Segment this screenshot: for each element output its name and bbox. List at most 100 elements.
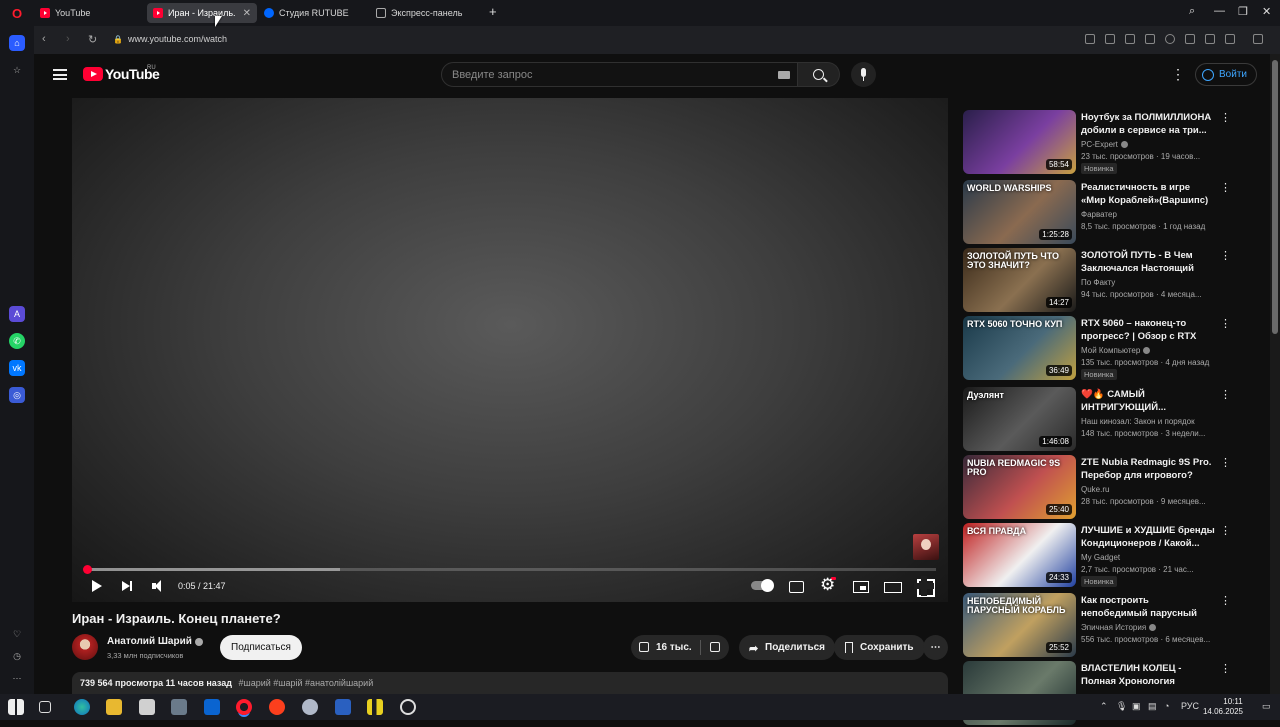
recommendation-item[interactable]: НЕПОБЕДИМЫЙ ПАРУСНЫЙ КОРАБЛЬ 25:52 Как пос… <box>963 593 1233 659</box>
recommendation-channel[interactable]: Эпичная История <box>1081 623 1157 632</box>
minimize-icon[interactable]: — <box>1214 5 1225 17</box>
video-thumbnail[interactable]: 58:54 <box>963 110 1076 174</box>
star-icon[interactable]: ☆ <box>9 62 25 78</box>
recommendation-channel[interactable]: Мой Компьютер <box>1081 346 1151 355</box>
youtube-logo-icon[interactable] <box>83 67 103 81</box>
next-button[interactable] <box>118 577 136 595</box>
progress-bar[interactable] <box>83 565 936 574</box>
wifi-icon[interactable]: ◔ <box>1164 701 1169 711</box>
recommendation-item[interactable]: 58:54 Ноутбук за ПОЛМИЛЛИОНА добили в сер… <box>963 110 1233 176</box>
more-icon[interactable]: ⋯ <box>9 670 25 686</box>
app-icon[interactable] <box>171 699 187 715</box>
tab-youtube[interactable]: YouTube <box>34 3 144 23</box>
recommendation-channel[interactable]: PC-Expert <box>1081 140 1128 149</box>
hashtags[interactable]: #шарий #шарій #анатолійшарий <box>239 678 374 688</box>
app-icon[interactable] <box>302 699 318 715</box>
recommendation-channel[interactable]: My Gadget <box>1081 553 1120 562</box>
recommendation-channel[interactable]: Фарватер <box>1081 210 1117 219</box>
aria-icon[interactable]: A <box>9 306 25 322</box>
app-icon[interactable] <box>367 699 383 715</box>
recommendation-title[interactable]: ЗОЛОТОЙ ПУТЬ - В Чем Заключался Настоящи… <box>1081 249 1217 275</box>
video-thumbnail[interactable]: RTX 5060 ТОЧНО КУП 36:49 <box>963 316 1076 380</box>
task-view-icon[interactable] <box>39 701 51 713</box>
app-icon[interactable] <box>400 699 416 715</box>
signin-button[interactable]: Войти <box>1195 63 1257 86</box>
close-tab-icon[interactable]: ✕ <box>243 8 251 19</box>
search-tabs-icon[interactable]: ⌕ <box>1189 5 1195 18</box>
subtitles-button[interactable] <box>787 577 805 595</box>
recommendation-channel[interactable]: По Факту <box>1081 278 1115 287</box>
recommendation-title[interactable]: ВЛАСТЕЛИН КОЛЕЦ - Полная Хронология Всел… <box>1081 662 1217 688</box>
recommendation-title[interactable]: ЛУЧШИЕ и ХУДШИЕ бренды Кондиционеров / К… <box>1081 524 1217 550</box>
recommendation-item[interactable]: NUBIA REDMAGIC 9S PRO 25:40 ZTE Nubia Redm… <box>963 455 1233 521</box>
wallet-icon[interactable] <box>1185 34 1195 44</box>
clock-date[interactable]: 14.06.2025 <box>1201 707 1245 716</box>
tab-current-video[interactable]: Иран - Израиль. Кон ✕ <box>147 3 257 23</box>
channel-avatar[interactable] <box>72 634 98 660</box>
camera-icon[interactable] <box>1105 34 1115 44</box>
more-vert-icon[interactable]: ⋮ <box>1220 249 1231 262</box>
reload-icon[interactable]: ↻ <box>88 33 97 46</box>
more-vert-icon[interactable]: ⋮ <box>1220 594 1231 607</box>
opera-logo-icon[interactable]: O <box>9 5 25 21</box>
recommendation-title[interactable]: Реалистичность в игре «Мир Кораблей»(Вар… <box>1081 181 1217 207</box>
mic-tray-icon[interactable]: 🎙 <box>1116 701 1127 712</box>
search-button[interactable] <box>798 62 840 87</box>
more-vert-icon[interactable]: ⋮ <box>1220 524 1231 537</box>
more-vert-icon[interactable]: ⋮ <box>1220 388 1231 401</box>
video-thumbnail[interactable]: НЕПОБЕДИМЫЙ ПАРУСНЫЙ КОРАБЛЬ 25:52 <box>963 593 1076 657</box>
file-explorer-icon[interactable] <box>106 699 122 715</box>
recommendation-title[interactable]: Ноутбук за ПОЛМИЛЛИОНА добили в сервисе … <box>1081 111 1217 137</box>
close-window-icon[interactable]: ✕ <box>1262 5 1271 18</box>
shield-icon[interactable] <box>1125 34 1135 44</box>
hamburger-menu-icon[interactable] <box>53 69 67 80</box>
like-count[interactable]: 16 тыс. <box>656 642 692 653</box>
download-icon[interactable] <box>1205 34 1215 44</box>
extension-icon[interactable] <box>1085 34 1095 44</box>
forward-icon[interactable]: › <box>66 33 70 45</box>
messenger-icon[interactable]: ◎ <box>9 387 25 403</box>
more-actions-button[interactable]: ⋯ <box>923 635 948 660</box>
menu-icon[interactable] <box>1225 34 1235 44</box>
video-thumbnail[interactable]: ВСЯ ПРАВДА 24:33 <box>963 523 1076 587</box>
like-icon[interactable] <box>639 642 649 652</box>
theater-mode-button[interactable] <box>883 577 902 595</box>
windows-start-icon[interactable] <box>8 699 24 715</box>
more-vert-icon[interactable]: ⋮ <box>1220 111 1231 124</box>
miniplayer-button[interactable] <box>851 577 869 595</box>
notification-icon[interactable]: ▭ <box>1262 701 1271 712</box>
autoplay-toggle[interactable] <box>751 579 774 592</box>
recommendation-channel[interactable]: Наш кинозал: Закон и порядок <box>1081 417 1195 426</box>
outlook-icon[interactable] <box>204 699 220 715</box>
more-vert-icon[interactable]: ⋮ <box>1220 317 1231 330</box>
recommendation-item[interactable]: Дуэлянт 1:46:08 ❤️🔥 САМЫЙ ИНТРИГУЮЩИЙ... На… <box>963 387 1233 453</box>
recommendation-channel[interactable]: Quke.ru <box>1081 485 1109 494</box>
url-field[interactable]: www.youtube.com/watch <box>128 34 227 44</box>
keyboard-icon[interactable] <box>778 71 790 79</box>
back-icon[interactable]: ‹ <box>42 33 46 45</box>
search-input[interactable] <box>441 62 798 87</box>
settings-kebab-icon[interactable]: ⋮ <box>1171 66 1185 83</box>
fullscreen-button[interactable] <box>914 576 935 597</box>
clock-time[interactable]: 10:11 <box>1211 697 1255 706</box>
tab-express-panel[interactable]: Экспресс-панель <box>370 3 485 23</box>
heart-icon[interactable]: ♡ <box>9 626 25 642</box>
tray-chevron-icon[interactable]: ⌃ <box>1100 701 1108 712</box>
opera-taskbar-icon[interactable] <box>236 699 252 715</box>
edge-icon[interactable] <box>74 699 90 715</box>
save-button[interactable]: Сохранить <box>834 635 925 660</box>
recommendation-title[interactable]: RTX 5060 – наконец-то прогресс? | Обзор … <box>1081 317 1217 343</box>
play-button[interactable] <box>87 577 105 595</box>
app-tray-icon[interactable]: ▤ <box>1148 701 1157 712</box>
recommendation-item[interactable]: WORLD WARSHIPS 1:25:28 Реалистичность в иг… <box>963 180 1233 246</box>
more-vert-icon[interactable]: ⋮ <box>1220 456 1231 469</box>
recommendation-title[interactable]: ZTE Nubia Redmagic 9S Pro. Перебор для и… <box>1081 456 1217 482</box>
recommendation-title[interactable]: ❤️🔥 САМЫЙ ИНТРИГУЮЩИЙ... <box>1081 388 1217 414</box>
more-vert-icon[interactable]: ⋮ <box>1220 181 1231 194</box>
history-icon[interactable]: ◷ <box>9 648 25 664</box>
vk-icon[interactable]: vk <box>9 360 25 376</box>
more-vert-icon[interactable]: ⋮ <box>1220 662 1231 675</box>
yandex-icon[interactable] <box>269 699 285 715</box>
new-tab-icon[interactable]: + <box>489 4 497 19</box>
video-thumbnail[interactable]: WORLD WARSHIPS 1:25:28 <box>963 180 1076 244</box>
